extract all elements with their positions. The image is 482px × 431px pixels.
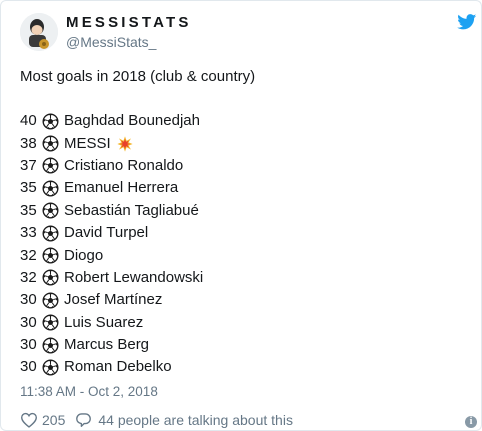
avatar-image bbox=[20, 13, 58, 51]
list-item: 37 Cristiano Ronaldo bbox=[20, 155, 203, 177]
list-item: 35 Emanuel Herrera bbox=[20, 177, 203, 199]
soccer-ball-icon bbox=[42, 113, 59, 130]
goal-count: 32 bbox=[20, 268, 37, 286]
player-name: Josef Martínez bbox=[64, 291, 163, 309]
author-name[interactable]: MESSISTATS bbox=[66, 14, 192, 31]
goal-count: 30 bbox=[20, 336, 37, 354]
tweet-card: MESSISTATS @MessiStats_ Most goals in 20… bbox=[0, 0, 482, 431]
player-name: Roman Debelko bbox=[64, 358, 172, 376]
player-name: Robert Lewandowski bbox=[64, 268, 204, 286]
player-name: Marcus Berg bbox=[64, 336, 150, 354]
goal-count: 37 bbox=[20, 156, 37, 174]
goal-count: 40 bbox=[20, 112, 37, 130]
soccer-ball-icon bbox=[42, 202, 59, 219]
soccer-ball-icon bbox=[42, 337, 59, 354]
list-item: 30 Roman Debelko bbox=[20, 356, 203, 378]
player-name: Sebastián Tagliabué bbox=[64, 201, 199, 219]
goal-count: 38 bbox=[20, 134, 37, 152]
avatar[interactable] bbox=[20, 13, 58, 51]
player-name: Cristiano Ronaldo bbox=[64, 156, 184, 174]
tweet-timestamp[interactable]: 11:38 AM - Oct 2, 2018 bbox=[20, 384, 158, 399]
tweet-headline: Most goals in 2018 (club & country) bbox=[20, 68, 256, 85]
soccer-ball-icon bbox=[42, 180, 59, 197]
like-count[interactable]: 205 bbox=[42, 412, 65, 428]
list-item: 35 Sebastián Tagliabué bbox=[20, 200, 203, 222]
goal-count: 32 bbox=[20, 246, 37, 264]
heart-icon[interactable] bbox=[20, 412, 38, 428]
list-item: 30 Marcus Berg bbox=[20, 334, 203, 356]
list-item: 30 Luis Suarez bbox=[20, 312, 203, 334]
soccer-ball-icon bbox=[42, 359, 59, 376]
soccer-ball-icon bbox=[42, 292, 59, 309]
soccer-ball-icon bbox=[42, 314, 59, 331]
collision-emoji-icon bbox=[117, 135, 133, 152]
soccer-ball-icon bbox=[42, 157, 59, 174]
player-name: Luis Suarez bbox=[64, 313, 144, 331]
list-item: 40 Baghdad Bounedjah bbox=[20, 110, 203, 132]
soccer-ball-icon bbox=[42, 225, 59, 242]
goal-count: 30 bbox=[20, 358, 37, 376]
goal-count: 30 bbox=[20, 313, 37, 331]
goal-count: 30 bbox=[20, 291, 37, 309]
list-item: 30 Josef Martínez bbox=[20, 289, 203, 311]
author-handle[interactable]: @MessiStats_ bbox=[66, 34, 156, 50]
list-item: 38 MESSI bbox=[20, 132, 203, 154]
player-name: MESSI bbox=[64, 134, 111, 152]
player-name: Baghdad Bounedjah bbox=[64, 112, 200, 130]
soccer-ball-icon bbox=[42, 269, 59, 286]
player-name: David Turpel bbox=[64, 224, 149, 242]
soccer-ball-icon bbox=[42, 247, 59, 264]
list-item: 32 Robert Lewandowski bbox=[20, 267, 203, 289]
list-item: 33 David Turpel bbox=[20, 222, 203, 244]
goal-count: 33 bbox=[20, 224, 37, 242]
talking-about-link[interactable]: 44 people are talking about this bbox=[98, 412, 293, 428]
player-name: Emanuel Herrera bbox=[64, 179, 179, 197]
goal-count: 35 bbox=[20, 201, 37, 219]
speech-bubble-icon[interactable] bbox=[75, 412, 92, 428]
twitter-bird-icon[interactable] bbox=[457, 14, 477, 30]
goal-count: 35 bbox=[20, 179, 37, 197]
info-icon[interactable]: i bbox=[465, 416, 477, 428]
list-item: 32 Diogo bbox=[20, 244, 203, 266]
tweet-actions: 205 44 people are talking about this bbox=[20, 412, 293, 428]
player-name: Diogo bbox=[64, 246, 104, 264]
soccer-ball-icon bbox=[42, 135, 59, 152]
goal-list: 40 Baghdad Bounedjah 38 MESSI 37 Cristia… bbox=[20, 110, 203, 379]
